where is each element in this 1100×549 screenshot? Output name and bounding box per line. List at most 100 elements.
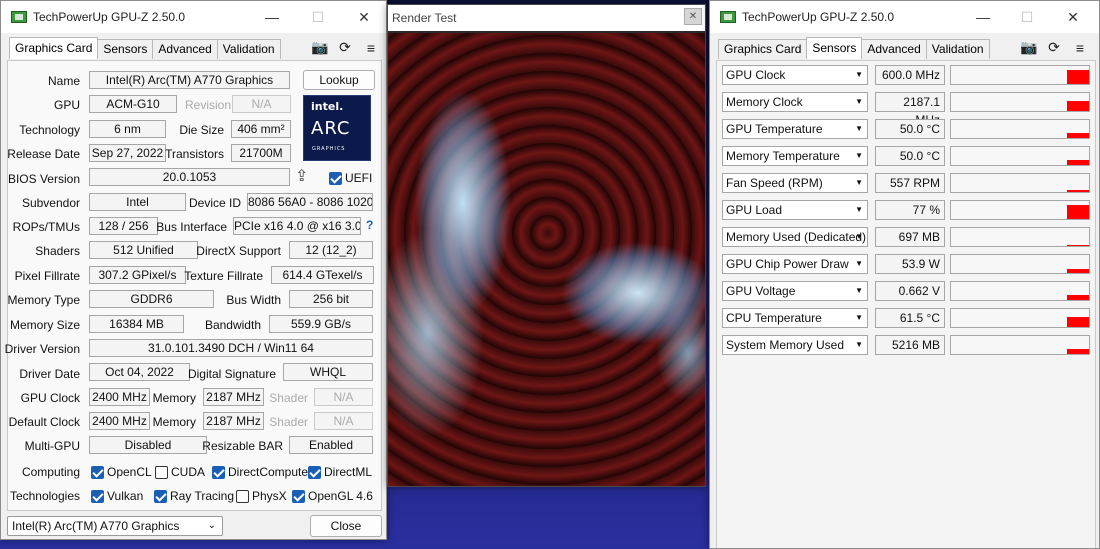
menu-icon[interactable]: ≡ (363, 40, 379, 56)
dropdown-arrow-icon[interactable]: ▼ (855, 309, 863, 327)
tab-validation[interactable]: Validation (216, 39, 281, 59)
sensor-graph (950, 65, 1090, 85)
dropdown-arrow-icon[interactable]: ▼ (855, 228, 863, 246)
opencl-checkbox[interactable]: OpenCL (91, 465, 152, 479)
camera-icon[interactable]: 📷 (1020, 39, 1037, 56)
die-size-label: Die Size (179, 123, 224, 137)
render-close-button[interactable]: ✕ (684, 8, 702, 25)
sensor-name-dropdown[interactable]: Fan Speed (RPM) ▼ (722, 173, 868, 193)
memory-size-field: 16384 MB (89, 315, 184, 333)
sensors-close-window-button[interactable]: ✕ (1050, 1, 1096, 33)
menu-icon[interactable]: ≡ (1072, 40, 1088, 56)
cuda-checkbox[interactable]: CUDA (155, 465, 205, 479)
uefi-check-box[interactable] (329, 171, 342, 185)
sensor-graph (950, 227, 1090, 247)
gpu-clock-field: 2400 MHz (89, 388, 150, 406)
dropdown-arrow-icon[interactable]: ▼ (855, 282, 863, 300)
tab-advanced[interactable]: Advanced (861, 39, 927, 59)
close-button[interactable]: Close (310, 515, 382, 537)
multi-gpu-label: Multi-GPU (24, 439, 80, 453)
directcompute-checkbox[interactable]: DirectCompute (212, 465, 308, 479)
render-title-bar[interactable]: Render Test ✕ (388, 5, 705, 31)
lookup-button[interactable]: Lookup (303, 70, 375, 90)
transistors-label: Transistors (165, 147, 224, 161)
tab-sensors[interactable]: Sensors (806, 37, 863, 59)
tab-graphics-card[interactable]: Graphics Card (718, 39, 808, 59)
sensor-name-dropdown[interactable]: Memory Used (Dedicated) ▼ (722, 227, 868, 247)
directx-support-label: DirectX Support (196, 244, 281, 258)
gpuz-app-icon (720, 11, 736, 23)
opengl-checkbox[interactable]: OpenGL 4.6 (292, 489, 373, 503)
sensor-name-dropdown[interactable]: GPU Voltage ▼ (722, 281, 868, 301)
sensors-minimize-button[interactable]: — (960, 1, 1006, 33)
chevron-down-icon: ⌄ (207, 520, 216, 531)
technology-label: Technology (19, 123, 80, 137)
digital-signature-label: Digital Signature (187, 367, 276, 381)
sensor-name-dropdown[interactable]: Memory Clock ▼ (722, 92, 868, 112)
sensors-title-bar[interactable]: TechPowerUp GPU-Z 2.50.0 — ☐ ✕ (710, 1, 1099, 33)
dropdown-arrow-icon[interactable]: ▼ (855, 120, 863, 138)
dropdown-arrow-icon[interactable]: ▼ (855, 66, 863, 84)
sensor-graph (950, 119, 1090, 139)
directml-label: DirectML (324, 465, 373, 479)
directml-checkbox[interactable]: DirectML (308, 465, 372, 479)
vulkan-checkbox[interactable]: Vulkan (91, 489, 143, 503)
bus-help-icon[interactable]: ? (366, 218, 373, 232)
title-bar[interactable]: TechPowerUp GPU-Z 2.50.0 — ☐ ✕ (1, 1, 386, 33)
dropdown-arrow-icon[interactable]: ▼ (855, 93, 863, 111)
sensor-name-dropdown[interactable]: GPU Load ▼ (722, 200, 868, 220)
dropdown-arrow-icon[interactable]: ▼ (855, 201, 863, 219)
sensors-maximize-button[interactable]: ☐ (1004, 1, 1050, 33)
close-window-button[interactable]: ✕ (341, 1, 386, 33)
sensor-name-dropdown[interactable]: CPU Temperature ▼ (722, 308, 868, 328)
camera-icon[interactable]: 📷 (311, 39, 328, 56)
driver-date-field: Oct 04, 2022 (89, 363, 190, 381)
minimize-button[interactable]: — (249, 1, 295, 33)
sensor-value: 557 RPM (875, 173, 945, 193)
gpu-select-dropdown[interactable]: Intel(R) Arc(TM) A770 Graphics ⌄ (7, 516, 223, 536)
sensor-name-dropdown[interactable]: Memory Temperature ▼ (722, 146, 868, 166)
sensors-toolbar-icons: 📷 ⟳ ≡ (1020, 39, 1088, 56)
sensor-name-dropdown[interactable]: GPU Chip Power Draw ▼ (722, 254, 868, 274)
sensor-name-dropdown[interactable]: GPU Temperature ▼ (722, 119, 868, 139)
ray-tracing-box[interactable] (154, 489, 167, 503)
driver-version-label: Driver Version (4, 342, 80, 356)
tab-graphics-card[interactable]: Graphics Card (9, 37, 99, 59)
share-icon[interactable]: ⇪ (295, 166, 308, 186)
uefi-checkbox[interactable]: UEFI (329, 171, 372, 185)
driver-date-label: Driver Date (19, 367, 80, 381)
physx-checkbox[interactable]: PhysX (236, 489, 287, 503)
refresh-icon[interactable]: ⟳ (1046, 39, 1062, 56)
sensor-name: GPU Clock (726, 68, 786, 82)
dropdown-arrow-icon[interactable]: ▼ (855, 174, 863, 192)
physx-box[interactable] (236, 489, 249, 503)
tab-advanced[interactable]: Advanced (152, 39, 218, 59)
sensor-graph-bar (1067, 133, 1089, 138)
tab-validation[interactable]: Validation (925, 39, 990, 59)
ray-tracing-checkbox[interactable]: Ray Tracing (154, 489, 234, 503)
refresh-icon[interactable]: ⟳ (337, 39, 353, 56)
sensor-graph-bar (1067, 295, 1089, 300)
cuda-box[interactable] (155, 465, 168, 479)
default-clock-shader-field: N/A (314, 412, 373, 430)
sensor-name-dropdown[interactable]: System Memory Used ▼ (722, 335, 868, 355)
directml-box[interactable] (308, 465, 321, 479)
sensor-graph-bar (1067, 269, 1089, 273)
dropdown-arrow-icon[interactable]: ▼ (855, 336, 863, 354)
sensor-graph-bar (1067, 70, 1089, 84)
tab-sensors[interactable]: Sensors (97, 39, 154, 59)
rops-tmus-field: 128 / 256 (89, 217, 158, 235)
gpu-clock-shader-label: Shader (269, 391, 308, 405)
dropdown-arrow-icon[interactable]: ▼ (855, 255, 863, 273)
sensor-name-dropdown[interactable]: GPU Clock ▼ (722, 65, 868, 85)
dropdown-arrow-icon[interactable]: ▼ (855, 147, 863, 165)
directcompute-box[interactable] (212, 465, 225, 479)
bandwidth-field: 559.9 GB/s (269, 315, 373, 333)
sensor-graph-bar (1067, 160, 1089, 165)
maximize-button[interactable]: ☐ (295, 1, 341, 33)
opencl-box[interactable] (91, 465, 104, 479)
opengl-box[interactable] (292, 489, 305, 503)
window-title: TechPowerUp GPU-Z 2.50.0 (33, 10, 186, 24)
opencl-label: OpenCL (107, 465, 152, 479)
vulkan-box[interactable] (91, 489, 104, 503)
